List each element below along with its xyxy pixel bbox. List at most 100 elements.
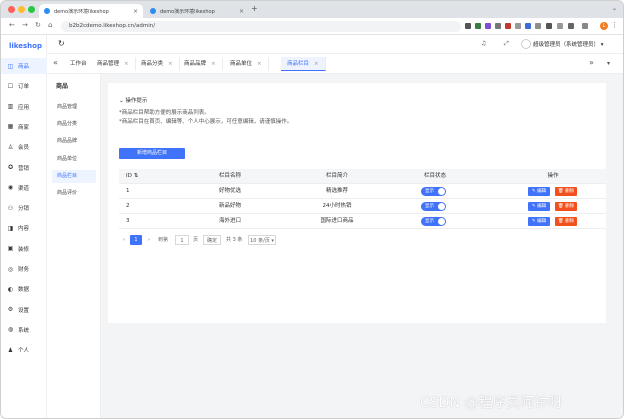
status-toggle[interactable]: 显示 [421, 187, 446, 196]
sub-sidebar-item-3[interactable]: 商品品牌 [52, 135, 96, 148]
avatar[interactable] [521, 39, 531, 49]
refresh-icon[interactable]: ↻ [58, 39, 65, 48]
browser-tab-1[interactable]: demo演示环境likeshop × [39, 4, 143, 18]
close-tab-icon[interactable]: × [239, 8, 244, 15]
tabs-menu-icon[interactable]: ▾ [607, 60, 610, 67]
prev-page-icon[interactable]: ‹ [123, 235, 125, 245]
add-column-button[interactable]: 新增商品栏目 [119, 148, 185, 159]
sub-sidebar-item-4[interactable]: 商品单位 [52, 153, 96, 166]
edit-button[interactable]: ✎ 编辑 [528, 187, 550, 196]
new-tab-button[interactable]: + [251, 4, 258, 13]
status-toggle[interactable]: 显示 [421, 217, 446, 226]
page-number-current[interactable]: 1 [130, 235, 142, 245]
admin-menu[interactable]: 超级管理员（系统管理员） ▾ [533, 40, 604, 48]
edit-button[interactable]: ✎ 编辑 [528, 217, 550, 226]
extension-icon[interactable] [505, 23, 511, 29]
extension-icon[interactable] [475, 23, 481, 29]
sidebar-item-6[interactable]: ✪ 营销 [1, 160, 47, 176]
sub-sidebar-item-1[interactable]: 商品管理 [52, 101, 96, 114]
sidebar-item-14[interactable]: ◍ 系统 [1, 322, 47, 338]
bell-icon[interactable]: ♫ [481, 40, 486, 47]
tab-search-icon[interactable]: ⌄ [612, 5, 617, 12]
trash-icon: 🗑 [557, 189, 566, 194]
sidebar-item-11[interactable]: ◎ 财务 [1, 261, 47, 277]
toggle-knob [438, 188, 445, 195]
tab-1[interactable]: 商品管理 × [91, 57, 136, 71]
extension-icon[interactable] [485, 23, 491, 29]
sidebar-item-1[interactable]: ◫ 商品 [1, 58, 47, 74]
next-page-icon[interactable]: › [148, 235, 150, 245]
ops-tip-header[interactable]: ⌄ 操作提示 [119, 96, 147, 104]
tab-2[interactable]: 商品分类 × [135, 57, 180, 71]
sidebar-item-3[interactable]: ▥ 应用 [1, 99, 47, 115]
goto-page-input[interactable]: 1 [175, 235, 189, 245]
tab-4[interactable]: 商品单位 × [224, 57, 269, 71]
sub-sidebar-item-6[interactable]: 商品评价 [52, 187, 96, 200]
sidebar-item-13[interactable]: ⚙ 设置 [1, 302, 47, 318]
tab-3[interactable]: 商品品牌 × [178, 57, 223, 71]
app-icon: ▥ [7, 103, 14, 111]
sidebar-item-2[interactable]: ☐ 订单 [1, 78, 47, 94]
close-window-button[interactable] [8, 6, 15, 13]
tab-5[interactable]: 商品栏目 × [281, 57, 326, 71]
sidebar-item-15[interactable]: ♟ 个人 [1, 342, 47, 358]
forward-icon[interactable]: → [22, 21, 28, 29]
sub-sidebar-item-2[interactable]: 商品分类 [52, 118, 96, 131]
maximize-window-button[interactable] [28, 6, 35, 13]
extension-icon[interactable] [495, 23, 501, 29]
extension-icon[interactable] [465, 23, 471, 29]
delete-button[interactable]: 🗑 删除 [555, 202, 577, 211]
profile-avatar[interactable]: L [600, 22, 608, 30]
home-icon[interactable]: ⌂ [48, 21, 52, 29]
extension-icon[interactable] [557, 23, 563, 29]
delete-button[interactable]: 🗑 删除 [555, 187, 577, 196]
edit-button[interactable]: ✎ 编辑 [528, 202, 550, 211]
edit-label: 编辑 [537, 189, 547, 194]
extension-icon[interactable] [568, 23, 574, 29]
close-icon[interactable]: × [124, 61, 129, 67]
tab-label: 工作台 [70, 61, 87, 67]
browser-tab-2[interactable]: demo演示环境likeshop × [145, 4, 249, 18]
sidebar-item-4[interactable]: ▦ 商家 [1, 119, 47, 135]
delete-button[interactable]: 🗑 删除 [555, 217, 577, 226]
close-icon[interactable]: × [211, 61, 216, 67]
close-icon[interactable]: × [314, 61, 319, 67]
extension-icon[interactable] [582, 23, 588, 29]
status-toggle[interactable]: 显示 [421, 202, 446, 211]
column-header-status: 栏目状态 [423, 173, 446, 179]
back-icon[interactable]: ← [9, 21, 15, 29]
sidebar-item-7[interactable]: ◉ 渠道 [1, 180, 47, 196]
sidebar-item-9[interactable]: ◨ 内容 [1, 220, 47, 236]
close-icon[interactable]: × [257, 61, 262, 67]
tabs-scroll-right-icon[interactable]: » [589, 58, 594, 67]
extension-icon[interactable] [546, 23, 552, 29]
close-tab-icon[interactable]: × [133, 8, 138, 15]
order-icon: ☐ [7, 82, 14, 90]
close-icon[interactable]: × [168, 61, 173, 67]
table-row: 3 海外进口 国际进口商品 显示 ✎ 编辑 🗑 删除 [119, 214, 606, 229]
sidebar-item-10[interactable]: ▣ 装修 [1, 241, 47, 257]
data-icon: ◐ [7, 285, 14, 293]
row-intro: 24小时热销 [322, 203, 352, 209]
sidebar-item-8[interactable]: ⚇ 分销 [1, 200, 47, 216]
tabs-scroll-left-icon[interactable]: « [53, 58, 58, 67]
sub-sidebar-item-5[interactable]: 商品栏目 [52, 169, 96, 183]
minimize-window-button[interactable] [18, 6, 25, 13]
reload-icon[interactable]: ↻ [35, 21, 41, 29]
column-header-id[interactable]: ID ⇅ [126, 169, 138, 184]
sidebar-item-5[interactable]: ♙ 会员 [1, 139, 47, 155]
fullscreen-icon[interactable]: ⤢ [504, 40, 509, 48]
column-table: ID ⇅ 栏目名称 栏目简介 栏目状态 操作 1 好物优选 精选推荐 显示 ✎ 编辑 🗑 … [119, 169, 606, 229]
address-bar[interactable]: b2b2cdemo.likeshop.cn/admin/ [61, 21, 461, 32]
extension-icon[interactable] [525, 23, 531, 29]
sidebar-item-12[interactable]: ◐ 数据 [1, 281, 47, 297]
column-header-name: 栏目名称 [218, 173, 241, 179]
page-size-select[interactable]: 10 条/页 ▾ [248, 235, 276, 245]
sort-icon[interactable]: ⇅ [134, 173, 139, 179]
goto-confirm-button[interactable]: 确定 [203, 235, 221, 245]
extension-icon[interactable] [535, 23, 541, 29]
tab-home[interactable]: 工作台 [64, 57, 93, 71]
extension-icon[interactable] [515, 23, 521, 29]
shop-icon: ▦ [7, 123, 14, 131]
menu-icon[interactable]: ⋮ [611, 21, 618, 29]
